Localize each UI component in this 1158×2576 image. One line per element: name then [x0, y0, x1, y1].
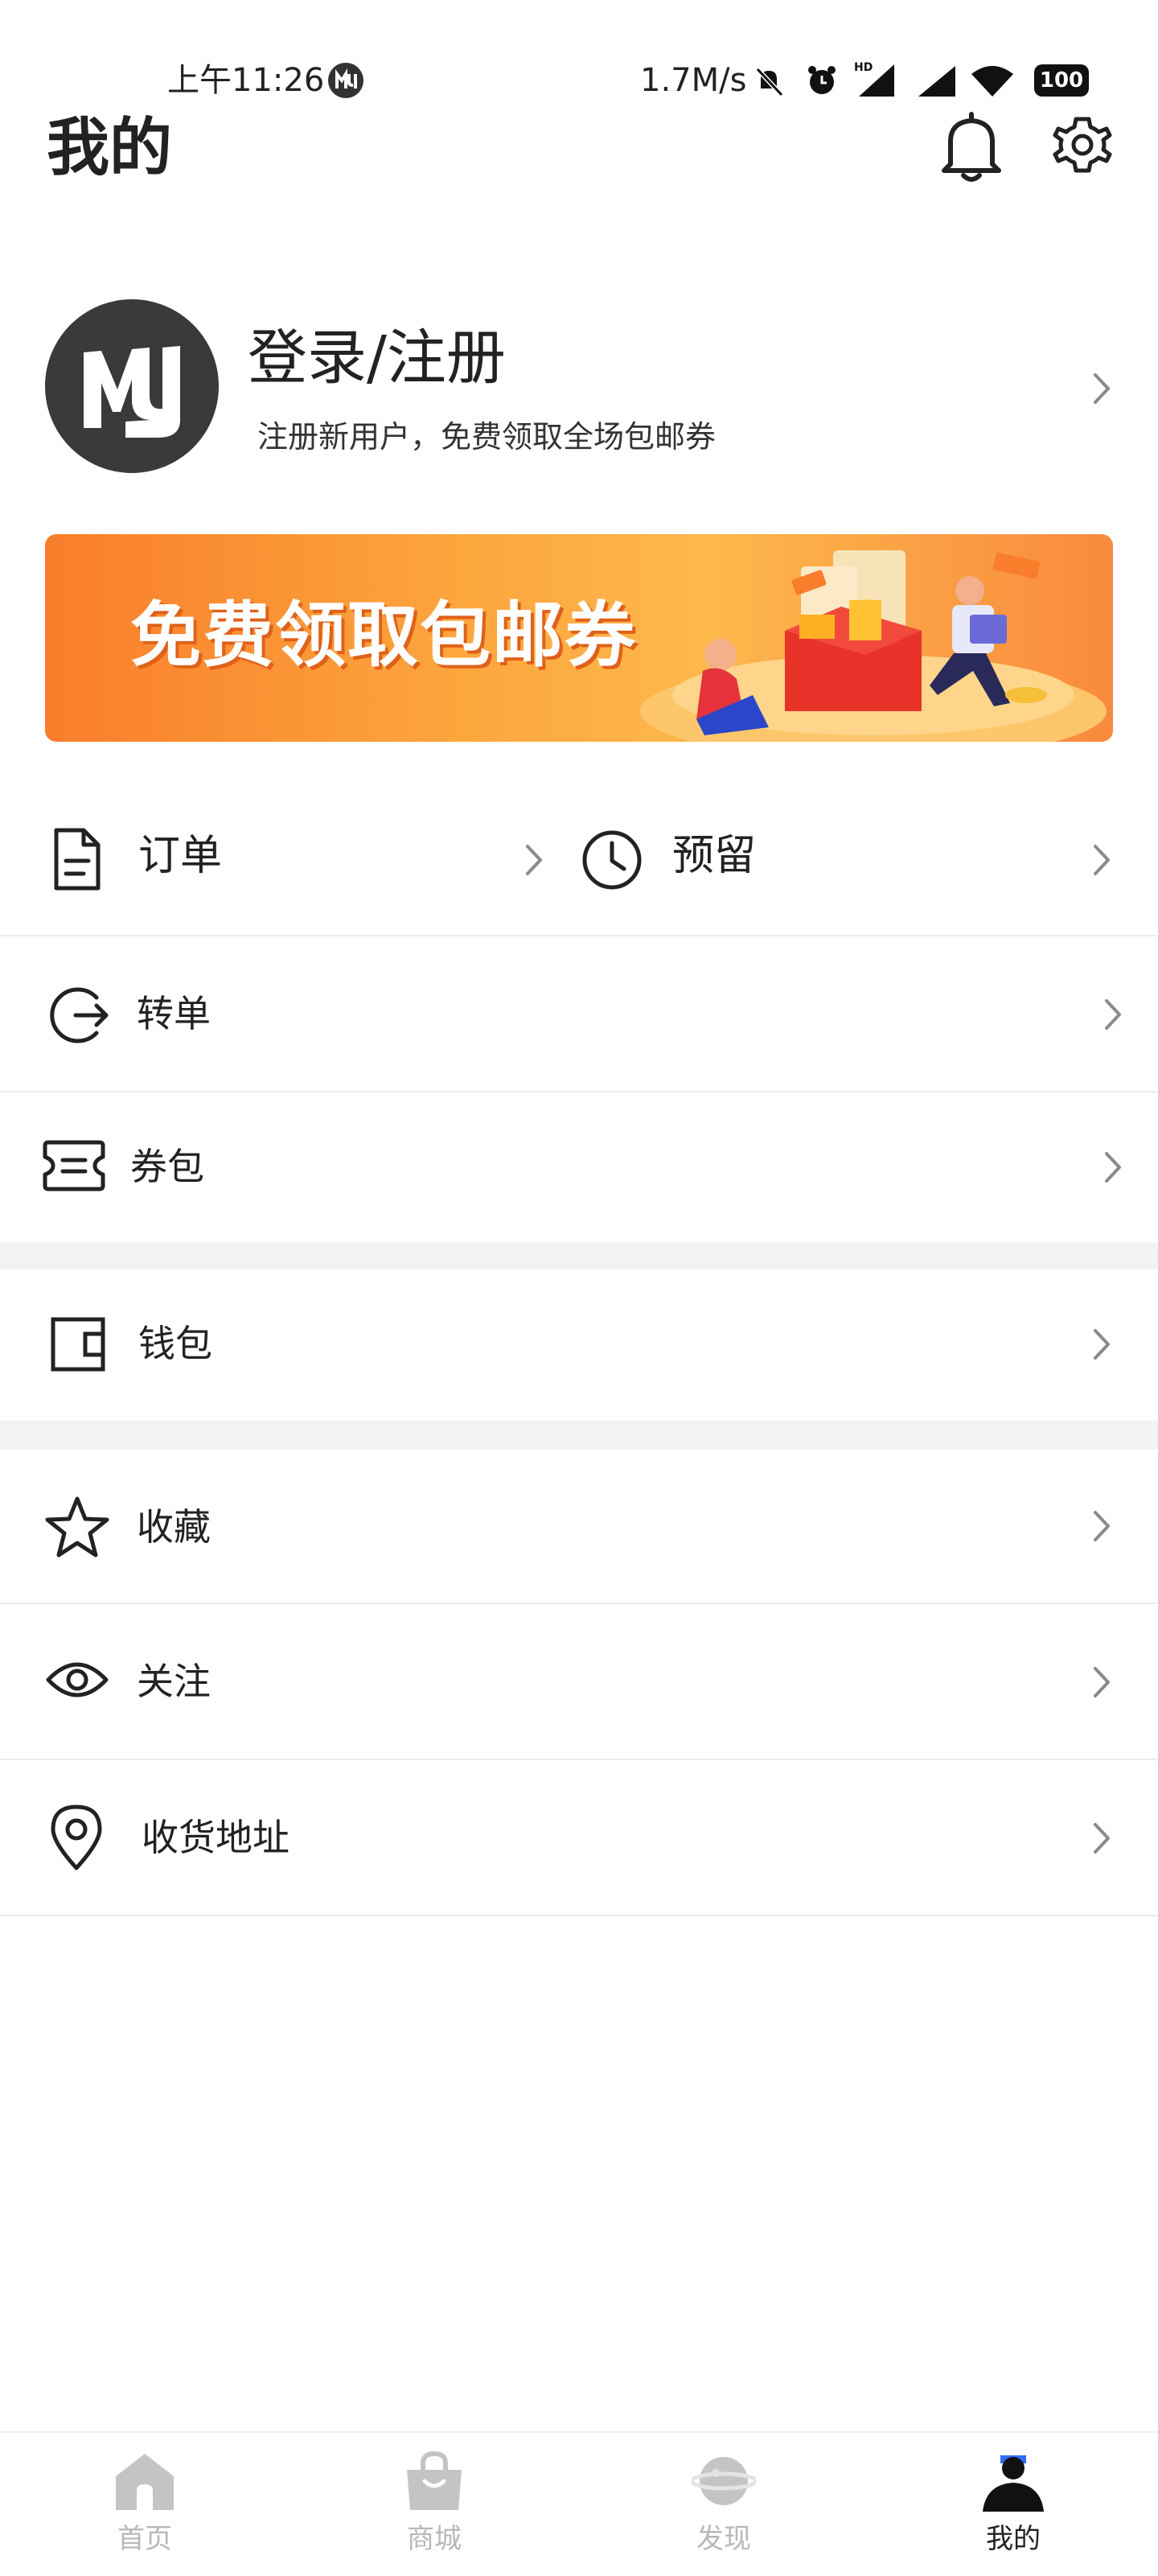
location-pin-icon	[48, 1804, 105, 1871]
section-divider	[0, 1242, 1158, 1269]
hd-signal-icon: HD	[854, 60, 897, 98]
avatar[interactable]	[45, 299, 219, 473]
chevron-right-icon	[1102, 1149, 1124, 1186]
transfer-exit-icon	[47, 983, 111, 1047]
bell-icon[interactable]	[936, 108, 1007, 185]
alarm-icon	[804, 63, 840, 98]
tab-mall[interactable]: 商城	[290, 2433, 579, 2576]
menu-item-following[interactable]: 关注	[0, 1604, 1158, 1760]
chevron-right-icon[interactable]	[1090, 842, 1113, 879]
ticket-icon	[42, 1139, 106, 1192]
bottom-tab-bar: 首页 商城 发现 我的	[0, 2431, 1158, 2574]
planet-icon	[692, 2449, 756, 2513]
user-icon	[981, 2449, 1045, 2513]
chevron-right-icon	[1090, 1664, 1113, 1701]
clock-icon	[581, 829, 643, 891]
tab-discover[interactable]: 发现	[579, 2433, 868, 2576]
shopping-bag-icon	[402, 2449, 466, 2513]
wallet-icon	[50, 1316, 106, 1372]
chevron-right-icon	[1090, 1820, 1113, 1857]
app-notification-icon	[328, 63, 363, 98]
banner-text: 免费领取包邮券	[130, 594, 638, 677]
menu-item-favorites[interactable]: 收藏	[0, 1450, 1158, 1604]
chevron-right-icon[interactable]	[523, 842, 545, 879]
favorites-label: 收藏	[137, 1505, 211, 1549]
gear-icon[interactable]	[1052, 114, 1113, 175]
tab-home[interactable]: 首页	[0, 2433, 290, 2576]
chevron-right-icon	[1090, 370, 1113, 407]
chevron-right-icon	[1090, 1326, 1113, 1363]
tab-me[interactable]: 我的	[868, 2433, 1158, 2576]
wifi-icon	[970, 63, 1015, 98]
status-bar: 上午11:26 1.7M/s HD 100	[0, 0, 1158, 105]
menu-item-transfer[interactable]: 转单	[0, 936, 1158, 1093]
chevron-right-icon	[1102, 996, 1124, 1033]
order-document-icon	[51, 827, 103, 891]
following-label: 关注	[137, 1660, 211, 1703]
orders-reserve-row: 订单 预留	[0, 780, 1158, 936]
login-register-row[interactable]: 登录/注册 注册新用户，免费领取全场包邮券	[0, 298, 1158, 479]
orders-label[interactable]: 订单	[138, 832, 222, 880]
battery-indicator: 100	[1034, 64, 1089, 97]
menu-item-coupons[interactable]: 券包	[0, 1093, 1158, 1242]
wallet-label: 钱包	[138, 1322, 212, 1365]
signal-icon	[917, 64, 957, 98]
eye-icon	[45, 1656, 109, 1704]
tab-label-home: 首页	[117, 2523, 172, 2555]
address-label: 收货地址	[142, 1816, 290, 1859]
banner-illustration	[632, 534, 1113, 742]
coupons-label: 券包	[130, 1145, 204, 1188]
svg-text:HD: HD	[854, 61, 873, 74]
home-icon	[113, 2449, 177, 2513]
chevron-right-icon	[1090, 1508, 1113, 1545]
network-speed: 1.7M/s	[640, 62, 747, 99]
mute-bell-icon	[751, 63, 786, 98]
tab-label-mall: 商城	[407, 2523, 462, 2555]
status-time: 上午11:26	[167, 62, 325, 99]
page-title: 我的	[47, 112, 173, 184]
login-subtitle: 注册新用户，免费领取全场包邮券	[257, 419, 717, 455]
tab-label-discover: 发现	[696, 2523, 751, 2555]
section-divider	[0, 1421, 1158, 1450]
star-icon	[43, 1495, 111, 1559]
tab-label-me: 我的	[986, 2523, 1041, 2555]
reserve-label[interactable]: 预留	[672, 832, 756, 880]
transfer-label: 转单	[137, 992, 211, 1035]
menu-item-wallet[interactable]: 钱包	[0, 1269, 1158, 1421]
login-register-label[interactable]: 登录/注册	[248, 322, 506, 394]
free-shipping-banner[interactable]: 免费领取包邮券	[45, 534, 1113, 742]
menu-item-address[interactable]: 收货地址	[0, 1760, 1158, 1916]
